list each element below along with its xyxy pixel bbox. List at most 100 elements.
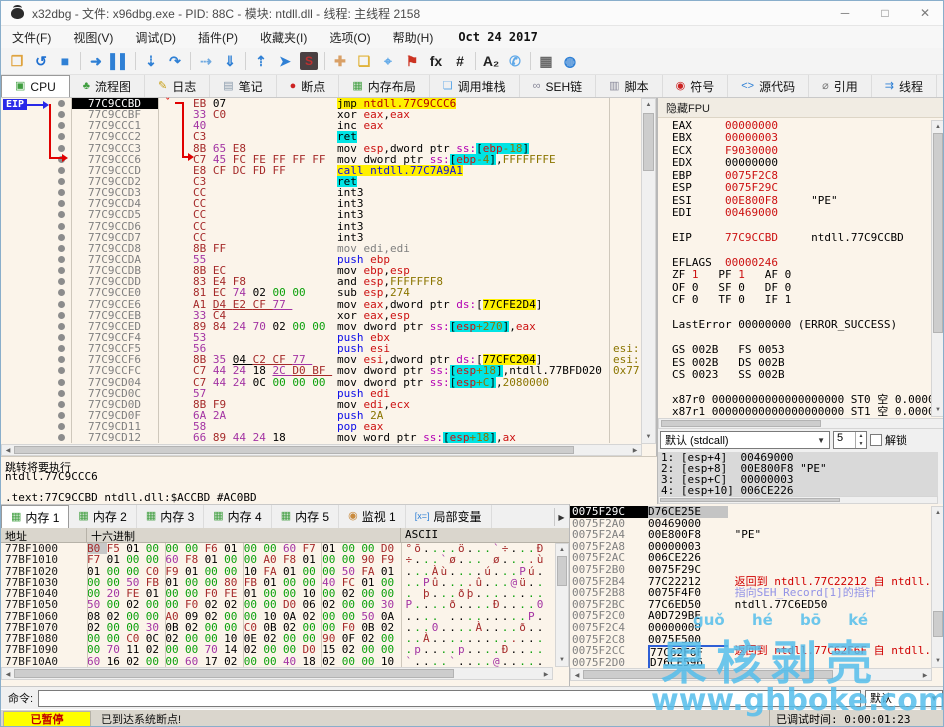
disasm-row[interactable]: 77C9CCDA55 push ebp: [1, 254, 642, 265]
breakpoint-dot[interactable]: [53, 221, 71, 232]
breakpoint-dot[interactable]: [53, 109, 71, 120]
disasm-row[interactable]: 77C9CCD3CC int3: [1, 187, 642, 198]
disasm-row[interactable]: 77C9CCC140 inc eax: [1, 120, 642, 131]
tab-SEH链[interactable]: ∞SEH链: [520, 75, 597, 97]
breakpoint-dot[interactable]: [53, 432, 71, 443]
tab-局部变量[interactable]: [x=]局部变量: [406, 505, 492, 528]
disasm-row[interactable]: 77C9CCD6CC int3: [1, 221, 642, 232]
disasm-row[interactable]: 77C9CCED89 84 24 70 02 00 00 mov dword p…: [1, 321, 642, 332]
breakpoint-dot[interactable]: [53, 232, 71, 243]
dump-row[interactable]: 77BF10900070110200007014020000D015020000…: [1, 644, 553, 655]
menu-item[interactable]: 收藏夹(I): [249, 26, 318, 48]
tab-调用堆栈[interactable]: ❏调用堆栈: [430, 75, 520, 97]
tab-overflow-button[interactable]: ▶: [554, 508, 568, 526]
tab-内存 1[interactable]: ▦内存 1: [1, 505, 69, 528]
menu-item[interactable]: 文件(F): [1, 26, 62, 48]
browser-icon[interactable]: ◍: [558, 50, 582, 72]
dump-row[interactable]: 77BF1010F701000060F8010000A0F801000090F9…: [1, 554, 553, 565]
tab-内存布局[interactable]: ▦内存布局: [339, 75, 429, 97]
tab-线程[interactable]: ⇉线程: [872, 75, 937, 97]
hide-fpu-button[interactable]: 隐藏FPU: [658, 98, 944, 118]
argument-count-stepper[interactable]: 5 ▲▼: [833, 431, 867, 449]
stop-icon[interactable]: ■: [53, 50, 77, 72]
maximize-button[interactable]: □: [865, 1, 905, 25]
breakpoint-dot[interactable]: [53, 354, 71, 365]
stack-hscrollbar[interactable]: ◀ ▶: [570, 668, 932, 681]
settings-icon[interactable]: S: [300, 52, 318, 70]
tab-内存 4[interactable]: ▦内存 4: [204, 505, 271, 528]
command-profile-select[interactable]: 默认▼: [865, 690, 943, 707]
register-line[interactable]: CF 0 TF 0 IF 1: [672, 294, 931, 306]
bookmark-icon[interactable]: ⚑: [400, 50, 424, 72]
disasm-row[interactable]: 77C9CCF68B 35 04 C2 CF 77 mov esi,dword …: [1, 354, 642, 365]
registers-hscrollbar[interactable]: [658, 418, 944, 429]
disasm-row[interactable]: 77C9CD0F6A 2A push 2A: [1, 410, 642, 421]
disasm-row[interactable]: 77C9CCDB8B EC mov ebp,esp: [1, 265, 642, 276]
disasm-row[interactable]: 77C9CD04C7 44 24 0C 00 00 00 mov dword p…: [1, 377, 642, 388]
disasm-row[interactable]: 77C9CCE6A1 D4 E2 CF 77 mov eax,dword ptr…: [1, 299, 642, 310]
register-line[interactable]: EIP 77C9CCBD ntdll.77C9CCBD: [672, 232, 931, 244]
menu-item[interactable]: 插件(P): [187, 26, 249, 48]
breakpoint-dot[interactable]: [53, 243, 71, 254]
breakpoint-dot[interactable]: [53, 287, 71, 298]
calculator-icon[interactable]: ▦: [534, 50, 558, 72]
label-icon[interactable]: ⌖: [376, 50, 400, 72]
breakpoint-dot[interactable]: [53, 399, 71, 410]
menu-item[interactable]: 视图(V): [62, 26, 124, 48]
assemble-icon[interactable]: A₂: [479, 50, 503, 72]
menu-item[interactable]: 调试(D): [124, 26, 187, 48]
register-line[interactable]: CS 0023 SS 002B: [672, 369, 931, 381]
calling-convention-select[interactable]: 默认 (stdcall)▼: [660, 431, 830, 449]
tab-CPU[interactable]: ▣CPU: [1, 75, 70, 97]
minimize-button[interactable]: ─: [825, 1, 865, 25]
disasm-row[interactable]: 77C9CCD88B FF mov edi,edi: [1, 243, 642, 254]
disasm-row[interactable]: 77C9CCD5CC int3: [1, 209, 642, 220]
breakpoint-dot[interactable]: [53, 299, 71, 310]
breakpoint-dot[interactable]: [53, 343, 71, 354]
breakpoint-dot[interactable]: [53, 209, 71, 220]
breakpoint-dot[interactable]: [53, 187, 71, 198]
stack-row[interactable]: 0075F2B00075F29C: [570, 564, 932, 576]
disasm-row[interactable]: 77C9CCD2C3 ret: [1, 176, 642, 187]
disasm-row[interactable]: 77C9CCF556 push esiesi:: [1, 343, 642, 354]
argument-row[interactable]: 4: [esp+10] 006CE226: [658, 485, 938, 496]
breakpoint-dot[interactable]: [53, 332, 71, 343]
breakpoint-dot[interactable]: [53, 131, 71, 142]
disasm-row[interactable]: 77C9CCC6C7 45 FC FE FF FF FF mov dword p…: [1, 154, 642, 165]
register-line[interactable]: EDI 00469000: [672, 207, 931, 219]
function-icon[interactable]: fx: [424, 50, 448, 72]
registers-vscrollbar[interactable]: ▲ ▼: [931, 120, 944, 417]
breakpoint-dot[interactable]: [53, 265, 71, 276]
tab-符号[interactable]: ◉符号: [663, 75, 729, 97]
breakpoint-dot[interactable]: [53, 410, 71, 421]
disasm-row[interactable]: 77C9CD0C57 push edi: [1, 388, 642, 399]
tab-内存 3[interactable]: ▦内存 3: [137, 505, 204, 528]
execute-till-return-icon[interactable]: ⇓: [218, 50, 242, 72]
breakpoint-dot[interactable]: [53, 310, 71, 321]
disasm-row[interactable]: 77C9CD1158 pop eax: [1, 421, 642, 432]
unlock-checkbox[interactable]: [870, 434, 882, 446]
disasm-row[interactable]: 77C9CCD4CC int3: [1, 198, 642, 209]
pause-icon[interactable]: ▌▌: [108, 50, 132, 72]
step-into-icon[interactable]: ⇣: [139, 50, 163, 72]
run-to-selection-icon[interactable]: ⇢: [194, 50, 218, 72]
tab-内存 2[interactable]: ▦内存 2: [69, 505, 136, 528]
breakpoint-dot[interactable]: [53, 176, 71, 187]
tab-监视 1[interactable]: ◉监视 1: [339, 505, 406, 528]
dump-row[interactable]: 77BF10505000020000F002020000D00602000030…: [1, 599, 553, 610]
breakpoint-dot[interactable]: [53, 321, 71, 332]
call-log-icon[interactable]: ✆: [503, 50, 527, 72]
menu-item[interactable]: 帮助(H): [382, 26, 445, 48]
run-icon[interactable]: ➜: [84, 50, 108, 72]
breakpoint-dot[interactable]: [53, 198, 71, 209]
breakpoint-dot[interactable]: [53, 154, 71, 165]
disasm-row[interactable]: 77C9CCF453 push ebx: [1, 332, 642, 343]
tab-笔记[interactable]: ▤笔记: [210, 75, 276, 97]
step-over-icon[interactable]: ↷: [163, 50, 187, 72]
breakpoint-dot[interactable]: [53, 421, 71, 432]
stack-row[interactable]: 0075F2B80075F4F0 指向SEH_Record[1]的指针: [570, 587, 932, 599]
disasm-row[interactable]: 77C9CCC2C3 ret: [1, 131, 642, 142]
tab-内存 5[interactable]: ▦内存 5: [272, 505, 339, 528]
command-input[interactable]: [38, 690, 861, 707]
breakpoint-dot[interactable]: [53, 388, 71, 399]
